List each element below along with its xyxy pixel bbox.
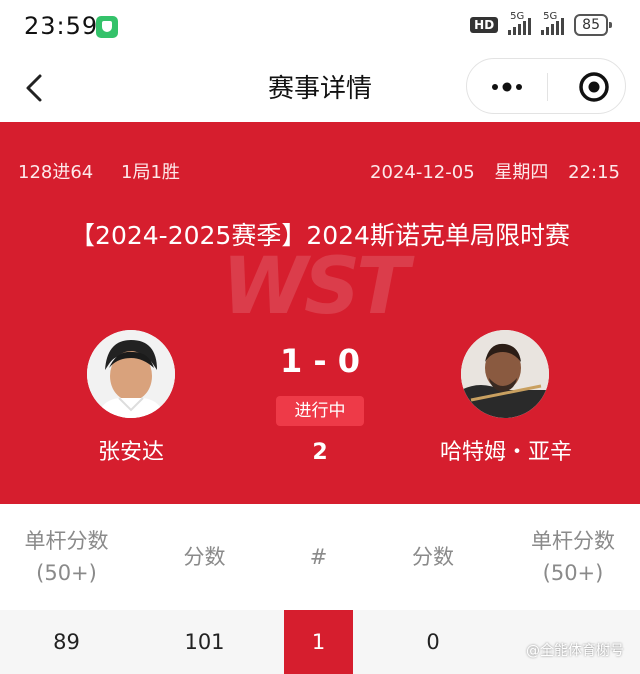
hd-badge: HD: [470, 17, 499, 33]
status-indicators: HD 5G 5G 85: [470, 11, 612, 36]
player-left-name: 张安达: [97, 440, 164, 465]
header-label: 分数: [412, 545, 454, 569]
mini-program-capsule: [466, 58, 626, 114]
match-datetime: 2024-12-05 星期四 22:15: [370, 158, 620, 184]
player-photo-icon: [461, 330, 549, 418]
shield-icon: [96, 16, 118, 38]
frame-table-header: 单杆分数 (50+) 分数 # 分数 单杆分数 (50+): [0, 504, 640, 610]
header-frame: #: [284, 504, 353, 610]
capsule-divider: [547, 73, 548, 101]
header-label: 分数: [183, 545, 226, 569]
match-date: 2024-12-05: [370, 162, 475, 183]
header-label: 单杆分数: [531, 529, 615, 553]
player-photo-icon: [87, 330, 175, 418]
right-points-cell: 0: [426, 630, 440, 654]
battery-icon: 85: [574, 14, 612, 36]
match-time: 22:15: [568, 162, 620, 183]
status-bar: 23:59 HD 5G 5G 85: [0, 0, 640, 56]
signal-label: 5G: [543, 11, 558, 22]
match-header-card: 128进64 1局1胜 2024-12-05 星期四 22:15 WST 【20…: [0, 122, 640, 504]
player-right-name: 哈特姆・亚辛: [439, 440, 572, 465]
match-status-badge: 进行中: [276, 396, 364, 426]
left-points-cell: 101: [184, 630, 225, 654]
header-left-points: 分数: [133, 504, 276, 610]
header-left-break: 单杆分数 (50+): [0, 504, 133, 610]
match-score: 1 - 0: [279, 342, 361, 380]
header-sublabel: (50+): [542, 561, 604, 585]
current-frame-number: 2: [312, 440, 328, 465]
status-time: 23:59: [24, 12, 99, 40]
nav-bar: 赛事详情: [0, 56, 640, 122]
match-weekday: 星期四: [494, 162, 549, 183]
header-label: #: [309, 545, 328, 569]
wst-watermark-logo: WST: [222, 242, 409, 332]
header-sublabel: (50+): [36, 561, 97, 585]
header-right-break: 单杆分数 (50+): [506, 504, 640, 610]
signal-icon: 5G: [508, 11, 532, 35]
player-left-avatar[interactable]: [87, 330, 175, 418]
header-right-points: 分数: [360, 504, 506, 610]
frame-number-cell: 1: [284, 610, 353, 674]
left-break-cell: 89: [53, 630, 80, 654]
player-right-avatar[interactable]: [461, 330, 549, 418]
source-watermark: @全能体育榭号: [526, 643, 624, 659]
format-label: 1局1胜: [121, 162, 180, 183]
more-dots-icon[interactable]: [487, 79, 527, 95]
signal-label: 5G: [510, 11, 525, 22]
target-icon[interactable]: [577, 70, 611, 104]
round-label: 128进64: [18, 162, 94, 183]
event-title: 【2024-2025赛季】2024斯诺克单局限时赛: [70, 221, 570, 250]
signal-icon: 5G: [541, 11, 565, 35]
match-meta-left: 128进64 1局1胜: [18, 158, 180, 184]
header-label: 单杆分数: [24, 529, 109, 553]
